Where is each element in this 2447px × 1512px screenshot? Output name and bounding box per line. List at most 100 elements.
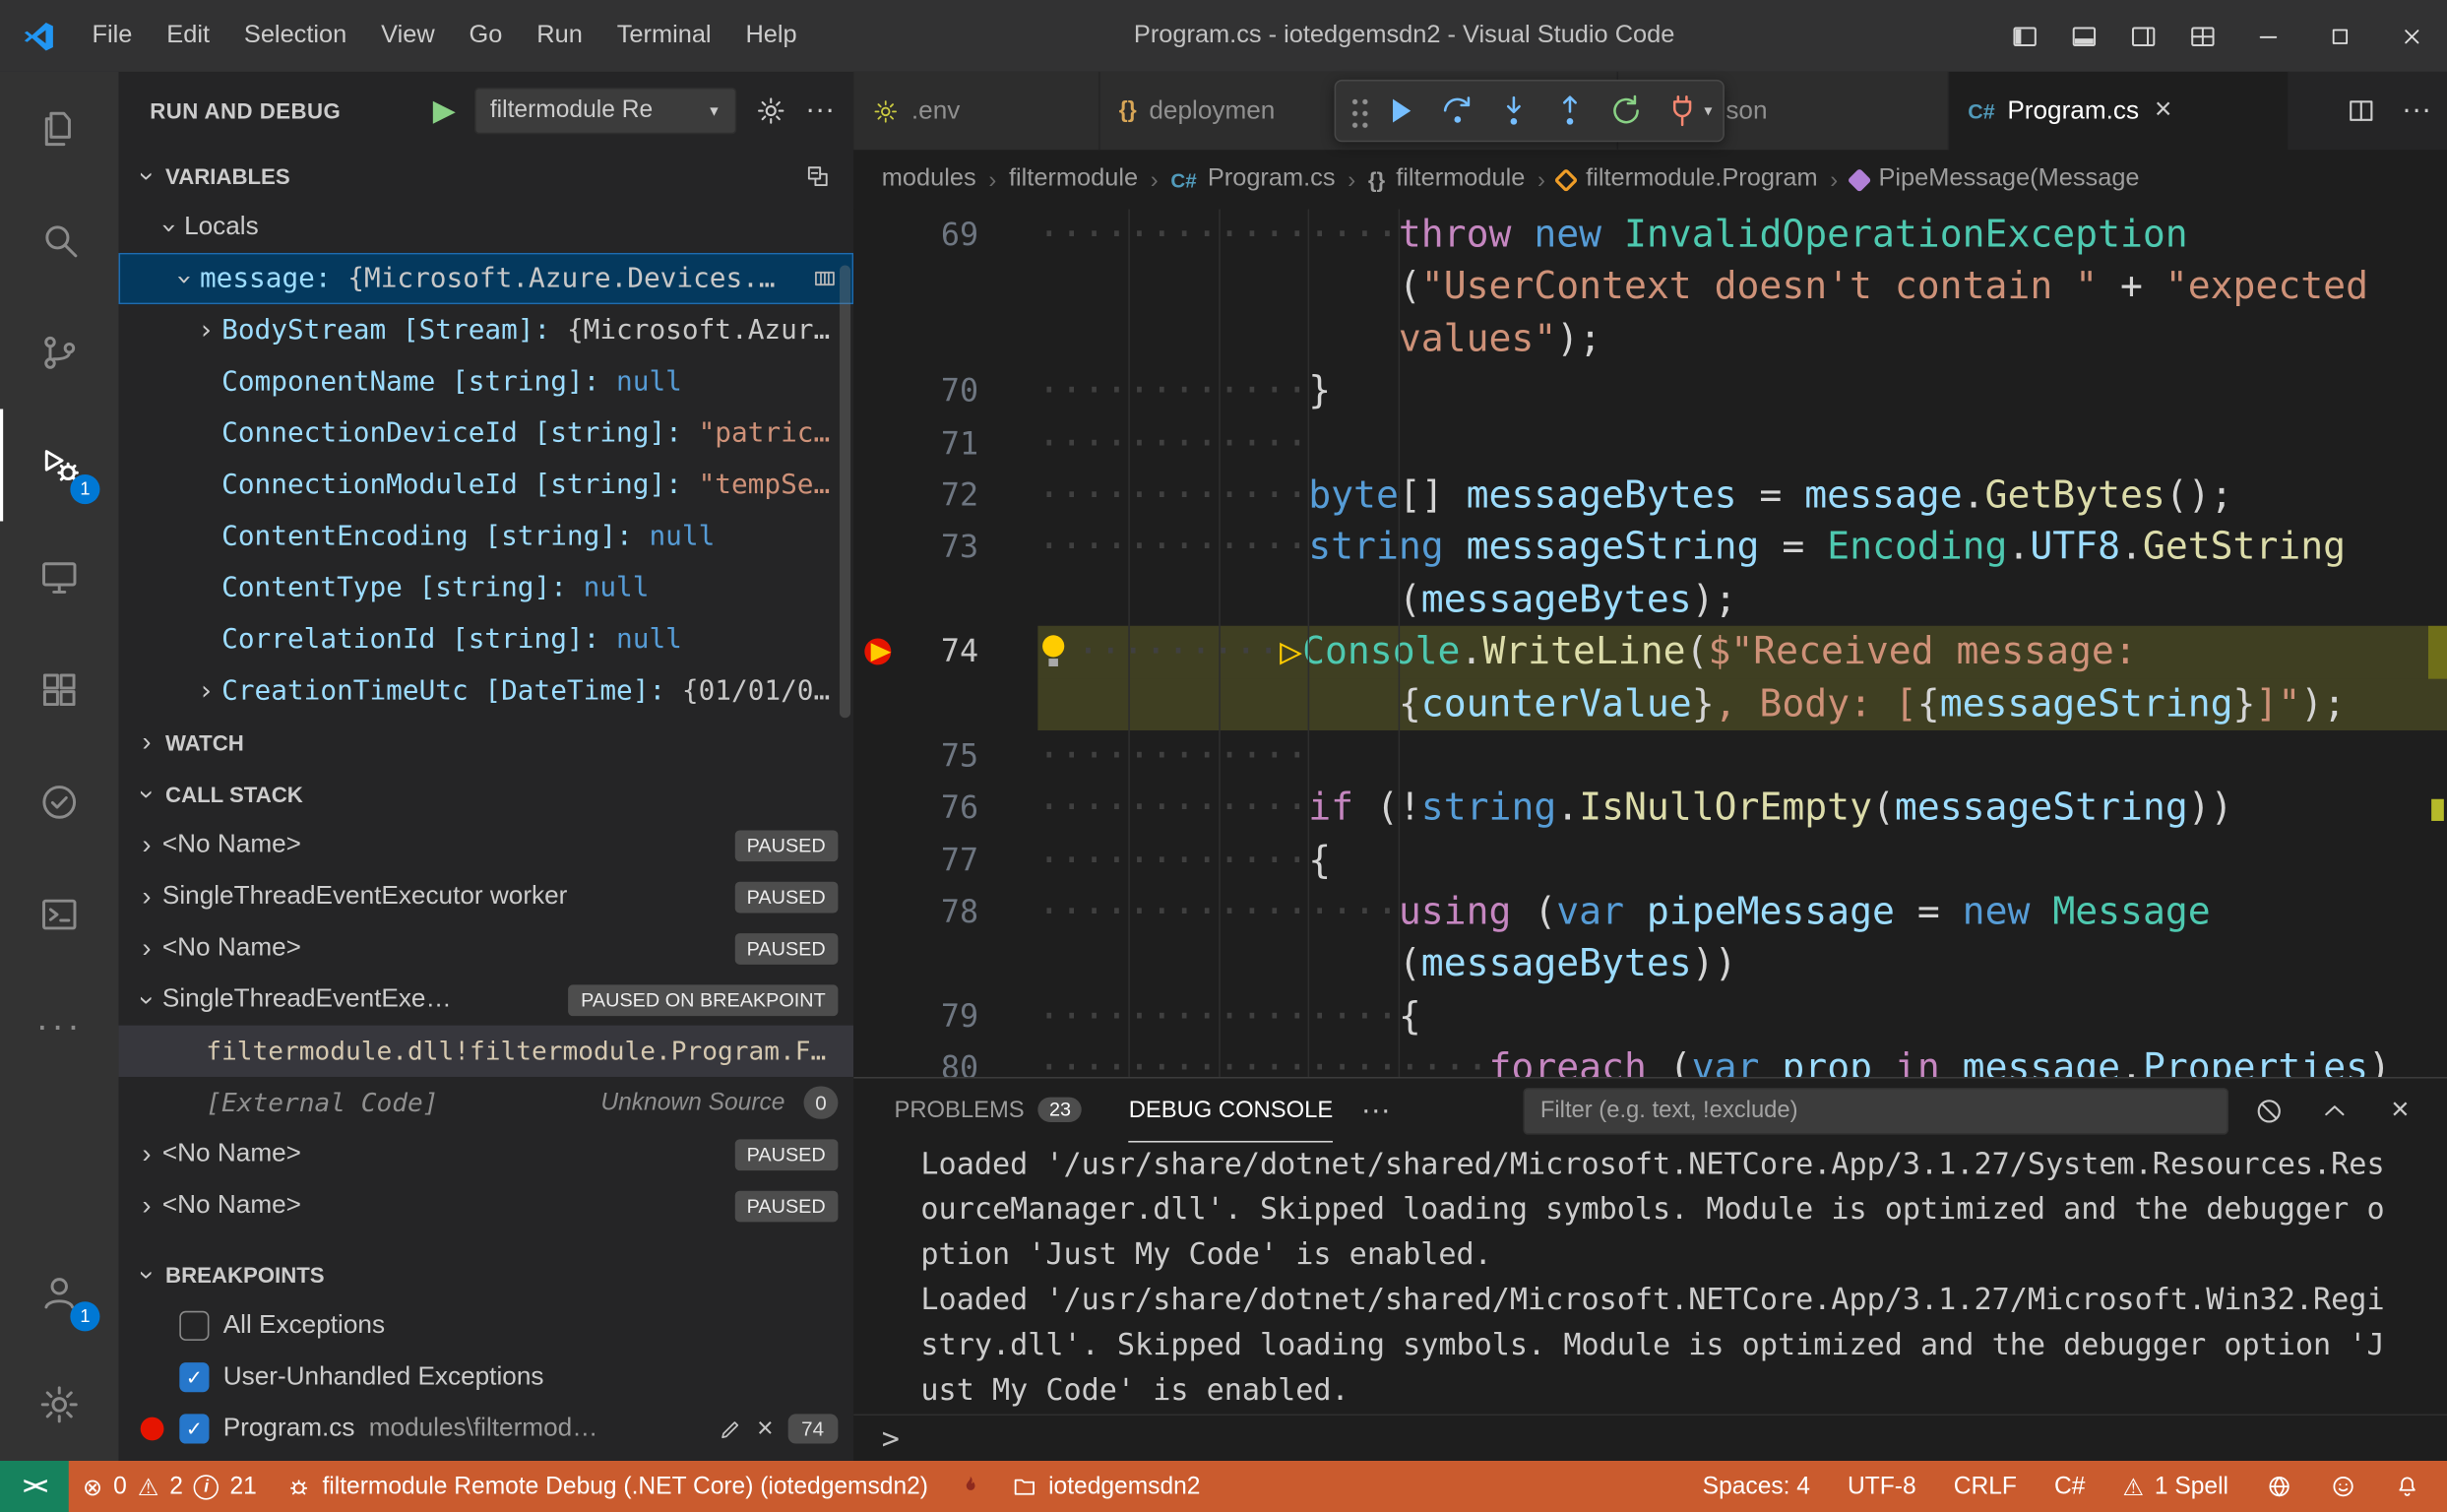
line-number[interactable]: 80 [907,1042,978,1076]
breakpoint-checkbox[interactable]: ✓ [179,1362,209,1392]
code-editor[interactable]: 69················throw new InvalidOpera… [853,209,2447,1077]
iotedge-status[interactable] [942,1461,996,1512]
line-number[interactable]: 77 [907,835,978,887]
glyph-margin[interactable] [853,1042,907,1076]
minimize-button[interactable] [2231,0,2303,72]
split-editor-icon[interactable] [2346,95,2377,127]
menu-edit[interactable]: Edit [150,0,227,72]
section-header-call-stack[interactable]: ›CALL STACK [118,768,853,819]
code-line[interactable]: 74·········▷Console.WriteLine($"Received… [853,626,2447,678]
breakpoint-row[interactable]: ✓User-Unhandled Exceptions [118,1352,853,1403]
glyph-margin[interactable] [853,522,907,574]
variable-row[interactable]: ›message: {Microsoft.Azure.Devices.… [118,253,853,304]
code-line[interactable]: 71············ [853,417,2447,470]
debug-target-status[interactable]: filtermodule Remote Debug (.NET Core) (i… [271,1461,942,1512]
glyph-margin[interactable] [853,209,907,261]
code-line[interactable]: (messageBytes); [853,574,2447,626]
variable-row[interactable]: ComponentName [string]: null [118,355,853,407]
code-line[interactable]: 70············} [853,365,2447,417]
variable-row[interactable]: ConnectionModuleId [string]: "tempSe… [118,459,853,510]
activity-accounts[interactable]: 1 [0,1236,118,1349]
memory-view-icon[interactable] [811,266,838,292]
breadcrumb-item[interactable]: {}filtermodule [1368,165,1526,194]
variable-row[interactable]: ContentType [string]: null [118,562,853,613]
code-line[interactable]: 72············byte[] messageBytes = mess… [853,470,2447,522]
variable-row[interactable]: ConnectionDeviceId [string]: "patric… [118,408,853,459]
variable-row[interactable]: ›CreationTimeUtc [DateTime]: {01/01/0… [118,664,853,716]
activity-testing[interactable] [0,746,118,858]
code-line[interactable]: 79················{ [853,991,2447,1043]
close-button[interactable] [2375,0,2447,72]
line-number[interactable]: 78 [907,887,978,939]
remove-breakpoint-icon[interactable]: × [757,1413,774,1445]
thread-row[interactable]: ›<No Name>PAUSED [118,922,853,974]
tab--env[interactable]: .env [853,72,1100,150]
console-filter-input[interactable] [1523,1087,2228,1134]
code-line[interactable]: 77············{ [853,835,2447,887]
breadcrumb-item[interactable]: modules [882,165,976,194]
glyph-margin[interactable] [853,365,907,417]
section-header-variables[interactable]: ›VARIABLES [118,150,853,201]
code-line[interactable]: 69················throw new InvalidOpera… [853,209,2447,261]
web-status[interactable] [2252,1461,2306,1512]
problems-status[interactable]: ⊗0 ⚠2 i21 [69,1461,271,1512]
debug-gear-icon[interactable] [755,95,786,127]
menu-file[interactable]: File [75,0,150,72]
glyph-margin[interactable] [853,313,907,365]
customize-layout-icon[interactable] [2172,0,2231,72]
feedback-status[interactable] [2316,1461,2370,1512]
sidebar-scrollbar[interactable] [840,266,850,719]
line-number[interactable]: 71 [907,417,978,470]
breakpoint-checkbox[interactable] [179,1311,209,1341]
restart-button[interactable] [1599,83,1655,139]
toggle-secondary-sidebar-icon[interactable] [2113,0,2172,72]
activity-more-actions[interactable]: ··· [0,971,118,1083]
code-line[interactable]: 73············string messageString = Enc… [853,522,2447,574]
editor-more-actions-icon[interactable]: ··· [2402,94,2431,128]
panel-tab-problems[interactable]: PROBLEMS23 [894,1079,1082,1143]
glyph-margin[interactable] [853,261,907,313]
menu-view[interactable]: View [364,0,452,72]
glyph-margin[interactable] [853,574,907,626]
variable-row[interactable]: ›BodyStream [Stream]: {Microsoft.Azur… [118,304,853,355]
panel-more-actions-icon[interactable]: ··· [1361,1094,1391,1128]
panel-tab-debug-console[interactable]: DEBUG CONSOLE [1129,1079,1333,1143]
remote-indicator[interactable]: >< [0,1461,69,1512]
glyph-margin[interactable] [853,678,907,730]
maximize-button[interactable] [2303,0,2375,72]
line-number[interactable]: 70 [907,365,978,417]
code-line[interactable]: 78················using (var pipeMessage… [853,887,2447,939]
debug-console-input[interactable]: > [853,1414,2447,1461]
code-line[interactable]: values"); [853,313,2447,365]
close-tab-icon[interactable]: × [2155,94,2172,128]
activity-settings[interactable] [0,1349,118,1461]
glyph-margin[interactable] [853,730,907,783]
activity-search[interactable] [0,184,118,296]
stack-frame-row[interactable]: filtermodule.dll!filtermodule.Program.F… [118,1026,853,1077]
activity-explorer[interactable] [0,72,118,184]
glyph-margin[interactable] [853,991,907,1043]
line-number[interactable]: 76 [907,783,978,835]
variable-row[interactable]: ContentEncoding [string]: null [118,510,853,561]
thread-row[interactable]: ›<No Name>PAUSED [118,1180,853,1231]
line-number[interactable]: 75 [907,730,978,783]
debug-console-output[interactable]: Loaded '/usr/share/dotnet/shared/Microso… [920,1143,2447,1415]
line-number[interactable]: 74 [907,626,978,678]
chevron-down-icon[interactable]: ▾ [1704,102,1712,119]
menu-selection[interactable]: Selection [226,0,363,72]
step-over-button[interactable] [1429,83,1485,139]
disconnect-button[interactable] [1655,83,1711,139]
step-out-button[interactable] [1541,83,1598,139]
breadcrumb-item[interactable]: C#Program.cs [1170,165,1335,194]
line-number[interactable]: 79 [907,991,978,1043]
glyph-margin[interactable] [853,939,907,991]
activity-remote-terminal[interactable] [0,858,118,971]
line-number[interactable] [907,678,978,730]
code-line[interactable]: 76············if (!string.IsNullOrEmpty(… [853,783,2447,835]
glyph-margin[interactable] [853,783,907,835]
variable-row[interactable]: ›Locals [118,202,853,253]
notifications-status[interactable] [2380,1461,2434,1512]
code-line[interactable]: 75············ [853,730,2447,783]
debug-config-select[interactable]: filtermodule Re▼ [474,88,736,135]
toggle-sidebar-icon[interactable] [1994,0,2053,72]
